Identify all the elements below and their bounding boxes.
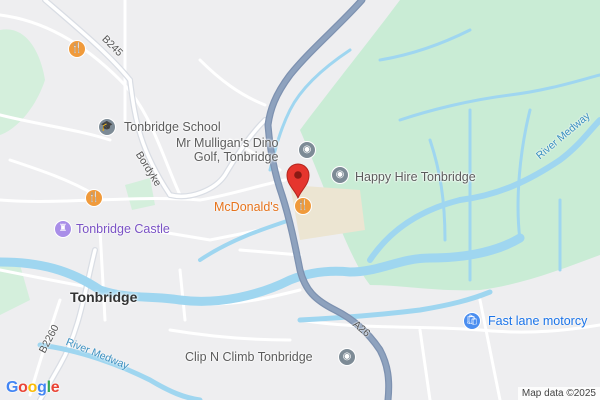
shopping-bag-icon[interactable]: 🛍 — [463, 312, 481, 330]
map-view[interactable]: 🍴 🎓 ◉ ◉ 🍴 🍴 ♜ 🛍 ◉ Tonbridge School Mr Mu… — [0, 0, 600, 400]
place-label-happy-hire[interactable]: Happy Hire Tonbridge — [355, 170, 476, 184]
restaurant-icon[interactable]: 🍴 — [68, 40, 86, 58]
google-logo[interactable]: Google — [6, 379, 60, 397]
place-label-line: Mr Mulligan's Dino — [176, 136, 279, 150]
castle-icon[interactable]: ♜ — [54, 220, 72, 238]
place-label-line: Golf, Tonbridge — [193, 150, 279, 164]
attraction-icon[interactable]: ◉ — [298, 141, 316, 159]
attraction-icon[interactable]: ◉ — [338, 348, 356, 366]
park-west — [0, 260, 30, 315]
school-icon[interactable]: 🎓 — [98, 118, 116, 136]
map-attribution[interactable]: Map data ©2025 — [517, 387, 600, 400]
attraction-icon[interactable]: ◉ — [331, 166, 349, 184]
place-label-clip-n-climb[interactable]: Clip N Climb Tonbridge — [185, 350, 313, 364]
place-label-tonbridge-castle[interactable]: Tonbridge Castle — [76, 222, 170, 236]
place-label-mcdonalds[interactable]: McDonald's — [214, 200, 279, 214]
town-label[interactable]: Tonbridge — [70, 289, 137, 305]
place-label-mr-mulligans[interactable]: Mr Mulligan's Dino Golf, Tonbridge — [176, 136, 278, 164]
place-label-fast-lane[interactable]: Fast lane motorcy — [488, 314, 587, 328]
place-label-tonbridge-school[interactable]: Tonbridge School — [124, 120, 221, 134]
restaurant-icon[interactable]: 🍴 — [294, 197, 312, 215]
restaurant-icon[interactable]: 🍴 — [85, 189, 103, 207]
